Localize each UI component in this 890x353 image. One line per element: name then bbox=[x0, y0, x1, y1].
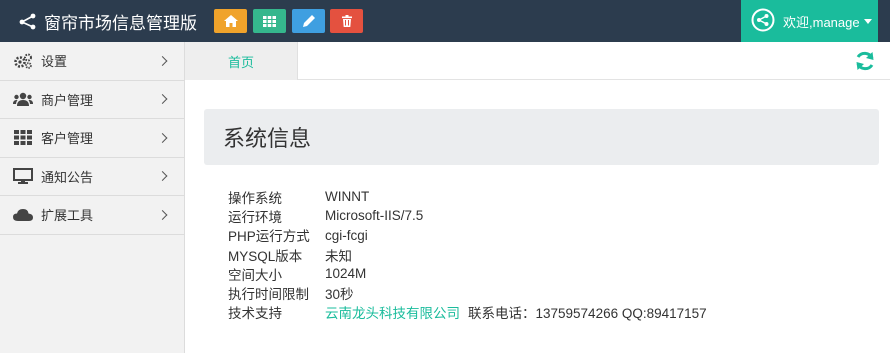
info-key: 操作系统 bbox=[228, 190, 282, 206]
trash-icon bbox=[341, 15, 352, 27]
sidebar-item-settings[interactable]: 设置 bbox=[0, 42, 184, 81]
info-value: 30秒 bbox=[325, 287, 354, 303]
edit-button[interactable] bbox=[292, 9, 325, 33]
info-row-mysql-version: MYSQL版本 未知 bbox=[228, 245, 868, 264]
refresh-icon[interactable] bbox=[854, 50, 876, 72]
sidebar-item-label: 通知公告 bbox=[41, 169, 94, 185]
info-key: 执行时间限制 bbox=[228, 287, 309, 303]
chevron-right-icon bbox=[157, 55, 168, 66]
info-row-php-mode: PHP运行方式 cgi-fcgi bbox=[228, 226, 868, 245]
info-row-time-limit: 执行时间限制 30秒 bbox=[228, 283, 868, 302]
sidebar-item-tools[interactable]: 扩展工具 bbox=[0, 196, 184, 235]
pencil-icon bbox=[302, 15, 315, 27]
company-link[interactable]: 云南龙头科技有限公司 bbox=[325, 302, 460, 322]
info-value: 未知 bbox=[325, 248, 352, 264]
sidebar-item-merchants[interactable]: 商户管理 bbox=[0, 81, 184, 119]
app-title: 窗帘市场信息管理版 bbox=[44, 13, 197, 33]
cloud-icon bbox=[13, 207, 33, 223]
top-bar: 窗帘市场信息管理版 欢迎,manage bbox=[0, 0, 890, 42]
grid-icon bbox=[13, 130, 33, 146]
info-row-space-size: 空间大小 1024M bbox=[228, 264, 868, 283]
chevron-right-icon bbox=[157, 171, 168, 182]
share-nodes-icon bbox=[18, 11, 38, 31]
info-row-environment: 运行环境 Microsoft-IIS/7.5 bbox=[228, 206, 868, 225]
home-button[interactable] bbox=[214, 9, 247, 33]
gears-icon bbox=[13, 53, 33, 69]
panel-title: 系统信息 bbox=[204, 109, 879, 165]
share-circle-icon bbox=[751, 8, 775, 35]
sidebar-item-label: 扩展工具 bbox=[41, 208, 94, 224]
info-key: 空间大小 bbox=[228, 267, 282, 283]
contact-info: 联系电话：13759574266 QQ:89417157 bbox=[468, 306, 707, 322]
sidebar-item-customers[interactable]: 客户管理 bbox=[0, 119, 184, 158]
grid-icon bbox=[263, 15, 276, 27]
grid-button[interactable] bbox=[253, 9, 286, 33]
info-key: MYSQL版本 bbox=[228, 248, 303, 264]
info-value: WINNT bbox=[325, 189, 370, 205]
sidebar-item-label: 客户管理 bbox=[41, 131, 94, 147]
info-value: cgi-fcgi bbox=[325, 227, 368, 243]
info-key: 运行环境 bbox=[228, 209, 282, 225]
info-row-support: 技术支持 云南龙头科技有限公司 联系电话：13759574266 QQ:8941… bbox=[228, 303, 868, 322]
sidebar-item-label: 商户管理 bbox=[41, 92, 94, 108]
users-icon bbox=[13, 91, 33, 107]
sidebar: 设置 商户管理 客户管理 通知公告 扩展工具 bbox=[0, 42, 185, 353]
user-menu[interactable]: 欢迎,manage bbox=[741, 0, 878, 42]
delete-button[interactable] bbox=[330, 9, 363, 33]
sidebar-item-label: 设置 bbox=[41, 54, 68, 70]
user-greeting: 欢迎,manage bbox=[783, 14, 860, 30]
caret-down-icon bbox=[863, 18, 872, 24]
home-icon bbox=[223, 15, 238, 27]
tab-home[interactable]: 首页 bbox=[185, 42, 298, 80]
info-row-os: 操作系统 WINNT bbox=[228, 187, 868, 206]
info-value: Microsoft-IIS/7.5 bbox=[325, 208, 424, 224]
tab-bar: 首页 bbox=[185, 42, 890, 80]
chevron-right-icon bbox=[157, 132, 168, 143]
brand[interactable]: 窗帘市场信息管理版 bbox=[18, 0, 197, 42]
chevron-right-icon bbox=[157, 209, 168, 220]
sidebar-item-notices[interactable]: 通知公告 bbox=[0, 158, 184, 196]
info-key: PHP运行方式 bbox=[228, 229, 310, 245]
info-key: 技术支持 bbox=[228, 306, 282, 322]
info-value: 1024M bbox=[325, 266, 367, 282]
monitor-icon bbox=[13, 168, 33, 185]
system-info-list: 操作系统 WINNT 运行环境 Microsoft-IIS/7.5 PHP运行方… bbox=[228, 187, 868, 322]
chevron-right-icon bbox=[157, 94, 168, 105]
